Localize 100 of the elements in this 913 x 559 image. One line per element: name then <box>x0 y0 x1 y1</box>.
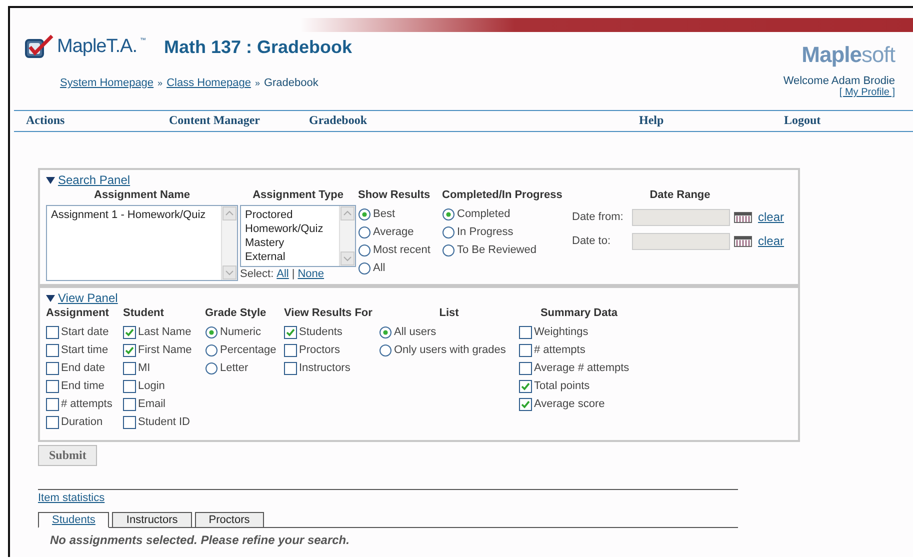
item-statistics-link[interactable]: Item statistics <box>38 492 105 504</box>
checkbox[interactable] <box>123 362 136 374</box>
radio-button[interactable] <box>442 244 455 256</box>
field-label: Date from: <box>572 211 624 223</box>
option-label: Proctors <box>299 344 340 356</box>
checkbox[interactable] <box>123 416 136 428</box>
option-label: Best <box>373 208 396 220</box>
checkbox[interactable] <box>123 326 136 338</box>
option-label: Numeric <box>220 326 261 338</box>
option-label: Start date <box>61 326 109 338</box>
clear-link[interactable]: clear <box>758 234 788 248</box>
product-logo: MapleT.A. <box>57 36 137 58</box>
checkbox[interactable] <box>519 326 532 338</box>
checkbox[interactable] <box>519 362 532 374</box>
checkmark-logo-icon <box>24 34 54 60</box>
checkbox[interactable] <box>46 344 59 356</box>
breadcrumb-separator: » <box>158 78 163 88</box>
checkbox[interactable] <box>46 362 59 374</box>
option-label: Email <box>138 398 166 410</box>
radio-button[interactable] <box>442 208 455 220</box>
option-label: Students <box>299 326 342 338</box>
breadcrumb-link[interactable]: Class Homepage <box>166 77 251 89</box>
tab[interactable]: Students <box>38 512 110 528</box>
option-label: Total points <box>534 380 590 392</box>
tab[interactable]: Proctors <box>194 512 264 528</box>
radio-button[interactable] <box>442 226 455 238</box>
column-heading: Summary Data <box>539 306 619 321</box>
option-label: Most recent <box>373 244 430 256</box>
checkbox[interactable] <box>123 398 136 410</box>
option-label: Average # attempts <box>534 362 630 374</box>
assignment-list[interactable]: Assignment 1 - Homework/Quiz <box>46 205 238 281</box>
checkbox[interactable] <box>123 380 136 392</box>
checkbox[interactable] <box>46 380 59 392</box>
date-field[interactable] <box>632 208 730 226</box>
list-item[interactable]: Mastery <box>245 236 335 250</box>
option-label: Last Name <box>138 326 192 338</box>
checkbox[interactable] <box>284 362 297 374</box>
submit-button[interactable]: Submit <box>38 445 98 466</box>
breadcrumb-current: Gradebook <box>264 77 318 89</box>
option-label: Letter <box>220 362 248 374</box>
nav-item[interactable]: Actions <box>26 113 169 128</box>
list-item[interactable]: Homework/Quiz <box>245 222 335 236</box>
list-item[interactable]: External <box>245 250 335 264</box>
column-heading: Student <box>123 306 165 321</box>
radio-button[interactable] <box>358 262 371 274</box>
date-field[interactable] <box>632 232 730 250</box>
breadcrumb-link[interactable]: System Homepage <box>60 77 154 89</box>
option-label: Average score <box>534 398 605 410</box>
checkbox[interactable] <box>284 344 297 356</box>
radio-button[interactable] <box>358 226 371 238</box>
checkbox[interactable] <box>284 326 297 338</box>
radio-button[interactable] <box>379 344 392 356</box>
column-heading: Assignment <box>46 306 110 321</box>
calendar-icon[interactable] <box>734 236 752 246</box>
nav-item[interactable]: Help <box>639 113 784 128</box>
tab[interactable]: Instructors <box>112 512 192 528</box>
nav-item[interactable]: Logout <box>784 113 904 128</box>
empty-message: No assignments selected. Please refine your search. <box>50 533 350 547</box>
column-heading: Show Results <box>358 188 432 203</box>
select-label: Select: <box>240 268 274 280</box>
radio-button[interactable] <box>205 362 218 374</box>
column-heading: Date Range <box>648 188 712 203</box>
radio-button[interactable] <box>358 244 371 256</box>
select-link[interactable]: All <box>276 268 289 280</box>
radio-button[interactable] <box>358 208 371 220</box>
collapse-icon[interactable] <box>46 176 55 184</box>
panel-toggle-link[interactable]: View Panel <box>58 291 118 305</box>
checkbox[interactable] <box>46 416 59 428</box>
option-label: Weightings <box>534 326 588 338</box>
option-label: # attempts <box>534 344 586 356</box>
profile-link[interactable]: [ My Profile ] <box>839 87 895 98</box>
option-label: In Progress <box>457 226 514 238</box>
checkbox[interactable] <box>519 380 532 392</box>
option-label: Start time <box>61 344 108 356</box>
collapse-icon[interactable] <box>46 294 55 302</box>
nav-item[interactable]: Gradebook <box>309 113 639 128</box>
option-label: End date <box>61 362 106 374</box>
list-item[interactable]: Assignment 1 - Homework/Quiz <box>51 208 217 222</box>
breadcrumb-separator: » <box>254 78 260 88</box>
column-heading: List <box>438 306 460 321</box>
radio-button[interactable] <box>205 326 218 338</box>
column-heading: Assignment Type <box>252 188 344 203</box>
calendar-icon[interactable] <box>734 212 752 222</box>
panel-toggle-link[interactable]: Search Panel <box>58 173 130 187</box>
radio-button[interactable] <box>379 326 392 338</box>
checkbox[interactable] <box>519 344 532 356</box>
nav-item[interactable]: Content Manager <box>169 113 309 128</box>
checkbox[interactable] <box>46 398 59 410</box>
column-heading: View Results For <box>284 306 374 321</box>
option-label: All users <box>394 326 436 338</box>
checkbox[interactable] <box>519 398 532 410</box>
checkbox[interactable] <box>46 326 59 338</box>
radio-button[interactable] <box>205 344 218 356</box>
select-link[interactable]: None <box>298 268 324 280</box>
list-item[interactable]: Proctored <box>245 208 335 222</box>
checkbox[interactable] <box>123 344 136 356</box>
option-label: End time <box>61 380 104 392</box>
option-label: To Be Reviewed <box>457 244 536 256</box>
type-list[interactable]: Proctored Homework/Quiz Mastery External <box>240 205 356 267</box>
clear-link[interactable]: clear <box>758 210 788 224</box>
